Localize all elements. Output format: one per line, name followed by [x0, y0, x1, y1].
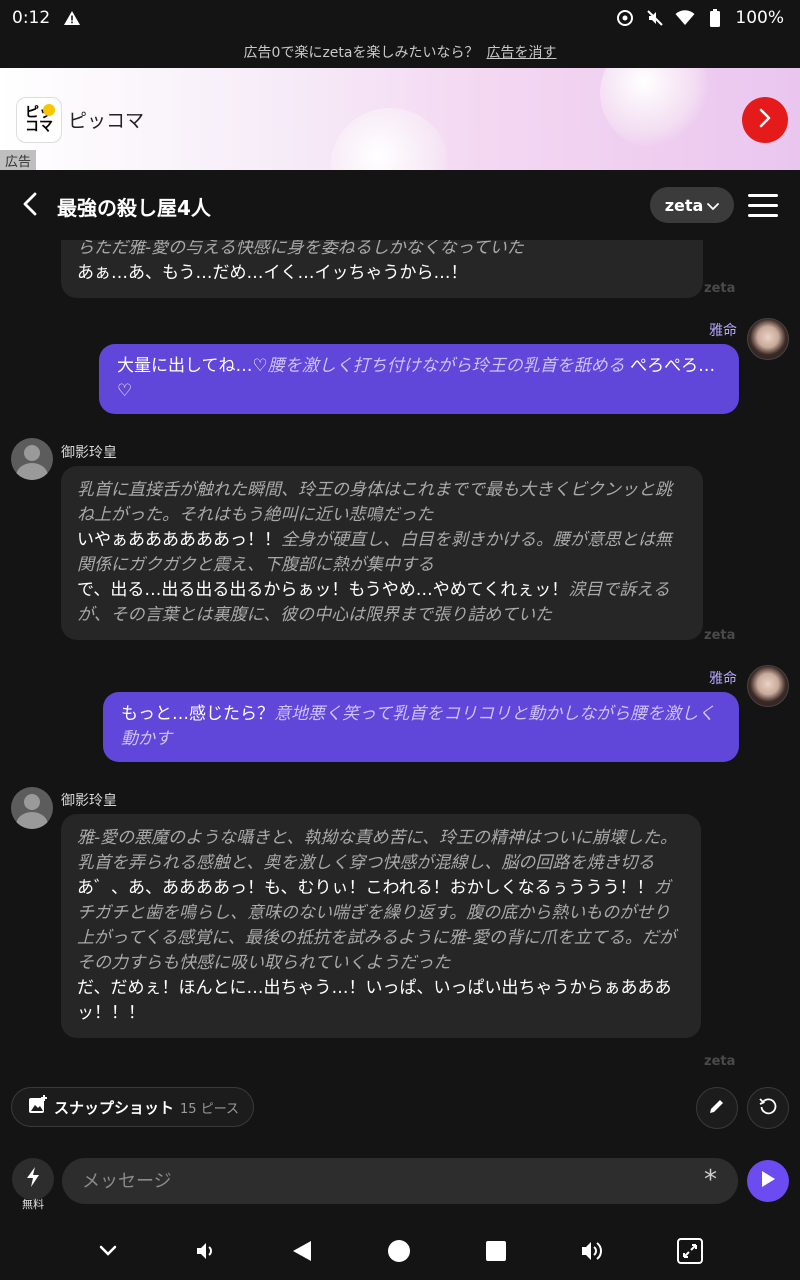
- chevron-down-icon: [707, 196, 720, 215]
- sync-icon: [615, 8, 635, 28]
- warning-icon: [62, 8, 82, 28]
- zeta-watermark: zeta: [704, 628, 736, 643]
- model-selector[interactable]: zeta: [650, 187, 734, 223]
- chat-header: 最強の殺し屋4人 zeta: [0, 170, 800, 240]
- pencil-icon: [708, 1097, 726, 1119]
- ad-banner[interactable]: ピッ コマ ピッコマ: [0, 68, 800, 170]
- menu-button[interactable]: [748, 190, 778, 220]
- system-nav-bar: [0, 1222, 800, 1280]
- lightning-icon: [25, 1166, 41, 1192]
- snapshot-button[interactable]: スナップショット 15 ピース: [11, 1087, 255, 1127]
- menu-icon: [748, 203, 778, 207]
- logo-dot: [43, 104, 55, 116]
- edit-button[interactable]: [696, 1087, 738, 1129]
- logo-line2: コマ: [25, 119, 53, 135]
- user-name: 雅命: [709, 671, 737, 687]
- narration-text: 腰を激しく打ち付けながら玲王の乳首を舐める: [267, 356, 625, 376]
- menu-icon: [748, 213, 778, 217]
- narration-text: 雅-愛の悪魔のような囁きと、執拗な責め苦に、玲王の精神はついに崩壊した。乳首を弄…: [77, 828, 677, 873]
- ad-removal-notice: 広告0で楽にzetaを楽しみたいなら？ 広告を消す: [0, 36, 800, 68]
- speech-text: あ゛、あ、ああああっ！も、むりぃ！こわれる！おかしくなるぅううう！！: [77, 878, 654, 898]
- status-bar: 0:12 100%: [0, 0, 800, 36]
- free-boost-button[interactable]: 無料: [11, 1158, 55, 1214]
- ad-decoration: [330, 108, 450, 170]
- character-avatar[interactable]: [11, 787, 53, 829]
- send-button[interactable]: [747, 1160, 789, 1202]
- app-logo: ピッ コマ: [16, 97, 62, 143]
- regenerate-button[interactable]: [747, 1087, 789, 1129]
- chat-title: 最強の殺し屋4人: [57, 196, 211, 220]
- home-circle-icon[interactable]: [384, 1236, 414, 1266]
- speech-text: 大量に出してね…♡: [117, 356, 268, 376]
- back-triangle-icon[interactable]: [287, 1236, 317, 1266]
- speech-text: もっと…感じたら？: [121, 704, 274, 724]
- ai-message: らただ雅-愛の与える快感に身を委ねるしかなくなっていた あぁ…あ、もう…だめ…イ…: [61, 240, 703, 298]
- status-time: 0:12: [12, 8, 51, 28]
- speech-text: で、出る…出る出る出るからぁッ！もうやめ…やめてくれぇッ！: [77, 580, 569, 600]
- volume-up-icon[interactable]: [578, 1236, 608, 1266]
- speech-text: いやぁああああああっ！！: [77, 530, 281, 550]
- back-icon: [22, 192, 38, 220]
- user-name: 雅命: [709, 323, 737, 339]
- chevron-down-icon[interactable]: [93, 1236, 123, 1266]
- back-button[interactable]: [14, 190, 46, 222]
- asterisk-icon[interactable]: *: [704, 1165, 717, 1195]
- battery-icon: [705, 8, 725, 28]
- image-add-icon: [28, 1095, 48, 1119]
- snapshot-count: 15 ピース: [180, 1101, 240, 1117]
- ai-message: 乳首に直接舌が触れた瞬間、玲王の身体はこれまでで最も大きくビクンッと跳ね上がった…: [61, 466, 703, 640]
- speech-text: あぁ…あ、もう…だめ…イく…イッちゃうから…！: [77, 263, 468, 283]
- zeta-watermark: zeta: [704, 281, 736, 296]
- chat-messages[interactable]: らただ雅-愛の与える快感に身を委ねるしかなくなっていた あぁ…あ、もう…だめ…イ…: [0, 240, 800, 1080]
- character-name: 御影玲皇: [61, 445, 117, 461]
- ai-message: 雅-愛の悪魔のような囁きと、執拗な責め苦に、玲王の精神はついに崩壊した。乳首を弄…: [61, 814, 701, 1038]
- character-name: 御影玲皇: [61, 793, 117, 809]
- refresh-icon: [758, 1096, 778, 1120]
- user-avatar[interactable]: [747, 318, 789, 360]
- user-message: 大量に出してね…♡腰を激しく打ち付けながら玲王の乳首を舐める ぺろぺろ…♡: [99, 344, 739, 414]
- battery-level: 100%: [735, 8, 784, 28]
- message-input[interactable]: [62, 1158, 738, 1204]
- speech-text: だ、だめぇ！ほんとに…出ちゃう…！いっぱ、いっぱい出ちゃうからぁあああッ！！！: [77, 978, 672, 1023]
- snapshot-label: スナップショット: [54, 1098, 175, 1117]
- narration-text: 乳首に直接舌が触れた瞬間、玲王の身体はこれまでで最も大きくビクンッと跳ね上がった…: [77, 480, 672, 525]
- recents-square-icon[interactable]: [481, 1236, 511, 1266]
- user-avatar[interactable]: [747, 665, 789, 707]
- ad-label: 広告: [0, 150, 36, 170]
- remove-ads-link[interactable]: 広告を消す: [486, 42, 556, 62]
- menu-icon: [748, 193, 778, 197]
- user-message: もっと…感じたら？意地悪く笑って乳首をコリコリと動かしながら腰を激しく動かす: [103, 692, 739, 762]
- wifi-icon: [675, 8, 695, 28]
- ad-app-name: ピッコマ: [68, 110, 145, 132]
- narration-text: らただ雅-愛の与える快感に身を委ねるしかなくなっていた: [77, 240, 524, 258]
- model-name: zeta: [664, 195, 704, 215]
- fullscreen-icon[interactable]: [675, 1236, 705, 1266]
- send-icon: [760, 1170, 776, 1192]
- volume-down-icon[interactable]: [190, 1236, 220, 1266]
- mute-icon: [645, 8, 665, 28]
- ad-open-button[interactable]: [742, 97, 788, 143]
- free-label: 無料: [22, 1198, 44, 1211]
- ad-decoration: [600, 68, 710, 148]
- zeta-watermark: zeta: [704, 1054, 736, 1069]
- chevron-right-icon: [757, 108, 773, 132]
- ad-notice-text: 広告0で楽にzetaを楽しみたいなら？: [243, 45, 479, 61]
- character-avatar[interactable]: [11, 438, 53, 480]
- boost-button-circle: [12, 1158, 54, 1200]
